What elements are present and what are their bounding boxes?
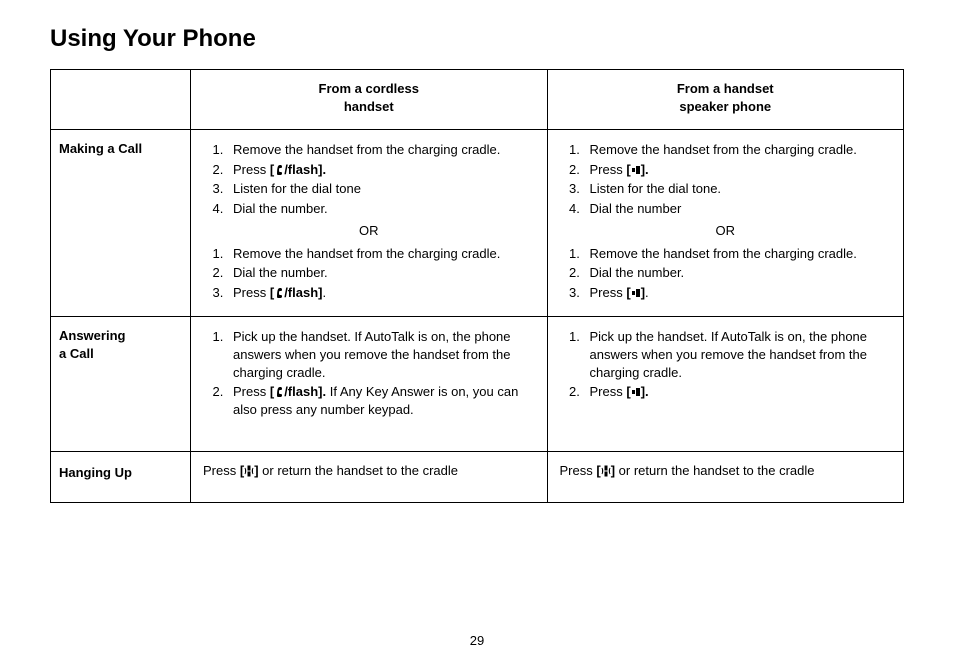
- text: Press: [233, 384, 270, 399]
- row-label-answering: Answering a Call: [51, 317, 191, 452]
- or-divider: OR: [203, 220, 535, 242]
- steps-list: Remove the handset from the charging cra…: [560, 140, 892, 218]
- phone-icon: [274, 287, 284, 299]
- steps-list: Pick up the handset. If AutoTalk is on, …: [560, 327, 892, 401]
- cell-making-speaker: Remove the handset from the charging cra…: [547, 130, 904, 317]
- or-divider: OR: [560, 220, 892, 242]
- text-line: Press [] or return the handset to the cr…: [203, 460, 535, 482]
- end-icon: [244, 465, 254, 477]
- text: Press: [590, 285, 627, 300]
- step: Press [].: [584, 160, 892, 180]
- header-line: handset: [344, 99, 394, 114]
- steps-list: Remove the handset from the charging cra…: [203, 244, 535, 303]
- step: Dial the number.: [227, 199, 535, 219]
- step: Press [/flash].: [227, 160, 535, 180]
- key-label: []: [596, 463, 615, 478]
- step: Press [].: [584, 283, 892, 303]
- key-label: [/flash]: [270, 285, 323, 300]
- instruction-table: From a cordless handset From a handset s…: [50, 69, 904, 503]
- cell-answering-cordless: Pick up the handset. If AutoTalk is on, …: [191, 317, 548, 452]
- step: Remove the handset from the charging cra…: [584, 244, 892, 264]
- text: Press: [203, 463, 240, 478]
- header-speaker: From a handset speaker phone: [547, 70, 904, 130]
- cell-making-cordless: Remove the handset from the charging cra…: [191, 130, 548, 317]
- step: Press [].: [584, 382, 892, 402]
- key-label: [].: [626, 162, 648, 177]
- row-label-hanging: Hanging Up: [51, 452, 191, 503]
- step: Dial the number.: [227, 263, 535, 283]
- text: .: [322, 285, 326, 300]
- phone-icon: [274, 164, 284, 176]
- text: or return the handset to the cradle: [615, 463, 814, 478]
- text: Press: [233, 285, 270, 300]
- steps-list: Remove the handset from the charging cra…: [560, 244, 892, 303]
- row-label-making: Making a Call: [51, 130, 191, 317]
- header-cordless: From a cordless handset: [191, 70, 548, 130]
- step: Remove the handset from the charging cra…: [227, 140, 535, 160]
- step: Pick up the handset. If AutoTalk is on, …: [227, 327, 535, 382]
- step: Listen for the dial tone.: [584, 179, 892, 199]
- row-making-call: Making a Call Remove the handset from th…: [51, 130, 904, 317]
- row-hanging-up: Hanging Up Press [] or return the handse…: [51, 452, 904, 503]
- step: Listen for the dial tone: [227, 179, 535, 199]
- steps-list: Pick up the handset. If AutoTalk is on, …: [203, 327, 535, 419]
- header-empty: [51, 70, 191, 130]
- key-label: [/flash].: [270, 384, 326, 399]
- step: Press [/flash].: [227, 283, 535, 303]
- step: Remove the handset from the charging cra…: [584, 140, 892, 160]
- speaker-icon: [631, 164, 641, 176]
- cell-hanging-cordless: Press [] or return the handset to the cr…: [191, 452, 548, 503]
- key-label: []: [240, 463, 259, 478]
- header-line: From a handset: [677, 81, 774, 96]
- step: Press [/flash]. If Any Key Answer is on,…: [227, 382, 535, 419]
- text: Press: [590, 162, 627, 177]
- text: Press: [233, 162, 270, 177]
- text: Press: [560, 463, 597, 478]
- key-label: []: [626, 285, 645, 300]
- key-label: [/flash].: [270, 162, 326, 177]
- phone-icon: [274, 386, 284, 398]
- steps-list: Remove the handset from the charging cra…: [203, 140, 535, 218]
- speaker-icon: [631, 287, 641, 299]
- end-icon: [601, 465, 611, 477]
- text: or return the handset to the cradle: [259, 463, 458, 478]
- key-label: [].: [626, 384, 648, 399]
- cell-hanging-speaker: Press [] or return the handset to the cr…: [547, 452, 904, 503]
- header-row: From a cordless handset From a handset s…: [51, 70, 904, 130]
- step: Pick up the handset. If AutoTalk is on, …: [584, 327, 892, 382]
- text: Press: [590, 384, 627, 399]
- text: .: [645, 285, 649, 300]
- header-line: From a cordless: [319, 81, 419, 96]
- header-line: speaker phone: [679, 99, 771, 114]
- cell-answering-speaker: Pick up the handset. If AutoTalk is on, …: [547, 317, 904, 452]
- speaker-icon: [631, 386, 641, 398]
- page-title: Using Your Phone: [50, 25, 904, 53]
- step: Remove the handset from the charging cra…: [227, 244, 535, 264]
- page: Using Your Phone From a cordless handset…: [0, 0, 954, 668]
- step: Dial the number: [584, 199, 892, 219]
- page-number: 29: [50, 633, 904, 648]
- text-line: Press [] or return the handset to the cr…: [560, 460, 892, 482]
- step: Dial the number.: [584, 263, 892, 283]
- row-answering-call: Answering a Call Pick up the handset. If…: [51, 317, 904, 452]
